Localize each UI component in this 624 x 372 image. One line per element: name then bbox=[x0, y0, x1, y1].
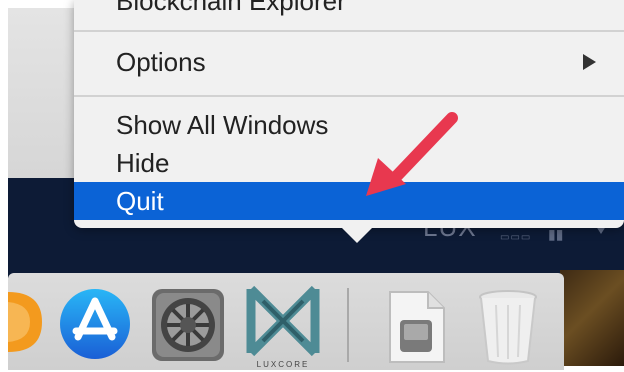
luxcore-dock-label: LUXCORE bbox=[256, 360, 310, 369]
books-icon[interactable] bbox=[8, 288, 42, 356]
app-store-icon[interactable] bbox=[58, 287, 132, 361]
dock-context-menu: Blockchain Explorer Options Show All Win… bbox=[74, 0, 624, 243]
signal-icon: ▮▮ bbox=[548, 226, 564, 242]
menu-item-label: Quit bbox=[116, 186, 164, 216]
menu-separator bbox=[74, 30, 624, 32]
menu-item-quit[interactable]: Quit bbox=[74, 182, 624, 220]
desktop-background-left bbox=[8, 8, 78, 178]
submenu-arrow-icon bbox=[583, 54, 596, 70]
menu-item-blockchain-explorer[interactable]: Blockchain Explorer bbox=[116, 0, 346, 17]
menu-item-label: Options bbox=[116, 47, 206, 77]
trash-icon[interactable] bbox=[478, 289, 538, 365]
screenshot-frame: LUX ▭▭▭ ▮▮ Blockchain Explorer Options S… bbox=[0, 0, 624, 372]
document-icon[interactable] bbox=[386, 290, 446, 364]
luxcore-icon[interactable] bbox=[245, 283, 321, 359]
menu-item-options[interactable]: Options bbox=[74, 43, 624, 81]
system-preferences-icon[interactable] bbox=[150, 287, 226, 363]
dock-separator bbox=[347, 288, 349, 362]
menu-item-label: Hide bbox=[116, 148, 170, 178]
menu-pointer-notch bbox=[342, 228, 372, 243]
desktop-wallpaper-strip bbox=[560, 270, 624, 366]
menu-item-show-all-windows[interactable]: Show All Windows bbox=[74, 106, 624, 144]
battery-icon: ▭▭▭ bbox=[500, 232, 532, 243]
menu-separator bbox=[74, 95, 624, 97]
menu-item-hide[interactable]: Hide bbox=[74, 144, 624, 182]
menu-item-label: Show All Windows bbox=[116, 110, 329, 140]
